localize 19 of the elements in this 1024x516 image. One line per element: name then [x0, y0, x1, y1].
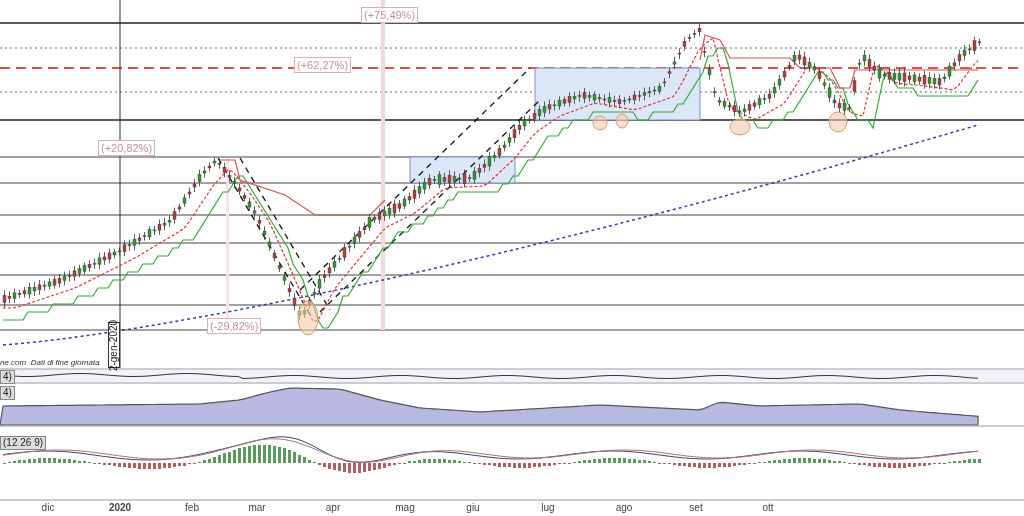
- axis-label: mag: [395, 502, 415, 514]
- indicator-label: 4): [0, 386, 15, 400]
- percent-label: (+75,49%): [361, 7, 419, 23]
- axis-label: giu: [466, 502, 480, 514]
- percent-label: (-29,82%): [207, 318, 262, 334]
- axis-label: apr: [325, 502, 341, 514]
- indicator-label: 4): [0, 370, 15, 384]
- percent-label: (+62,27%): [294, 57, 352, 73]
- axis-label: lug: [541, 502, 555, 514]
- indicator-label: (12 26 9): [0, 436, 47, 450]
- axis-label: set: [689, 502, 703, 514]
- axis-label: ago: [615, 502, 633, 514]
- axis-label: 2020: [108, 502, 132, 514]
- source-note: ne.com Dati di fine giornata: [0, 358, 100, 368]
- axis-label: feb: [185, 502, 199, 514]
- axis-label: mar: [248, 502, 266, 514]
- percent-label: (+20,82%): [98, 140, 156, 156]
- axis-label: dic: [41, 502, 55, 514]
- axis-label: ott: [762, 502, 774, 514]
